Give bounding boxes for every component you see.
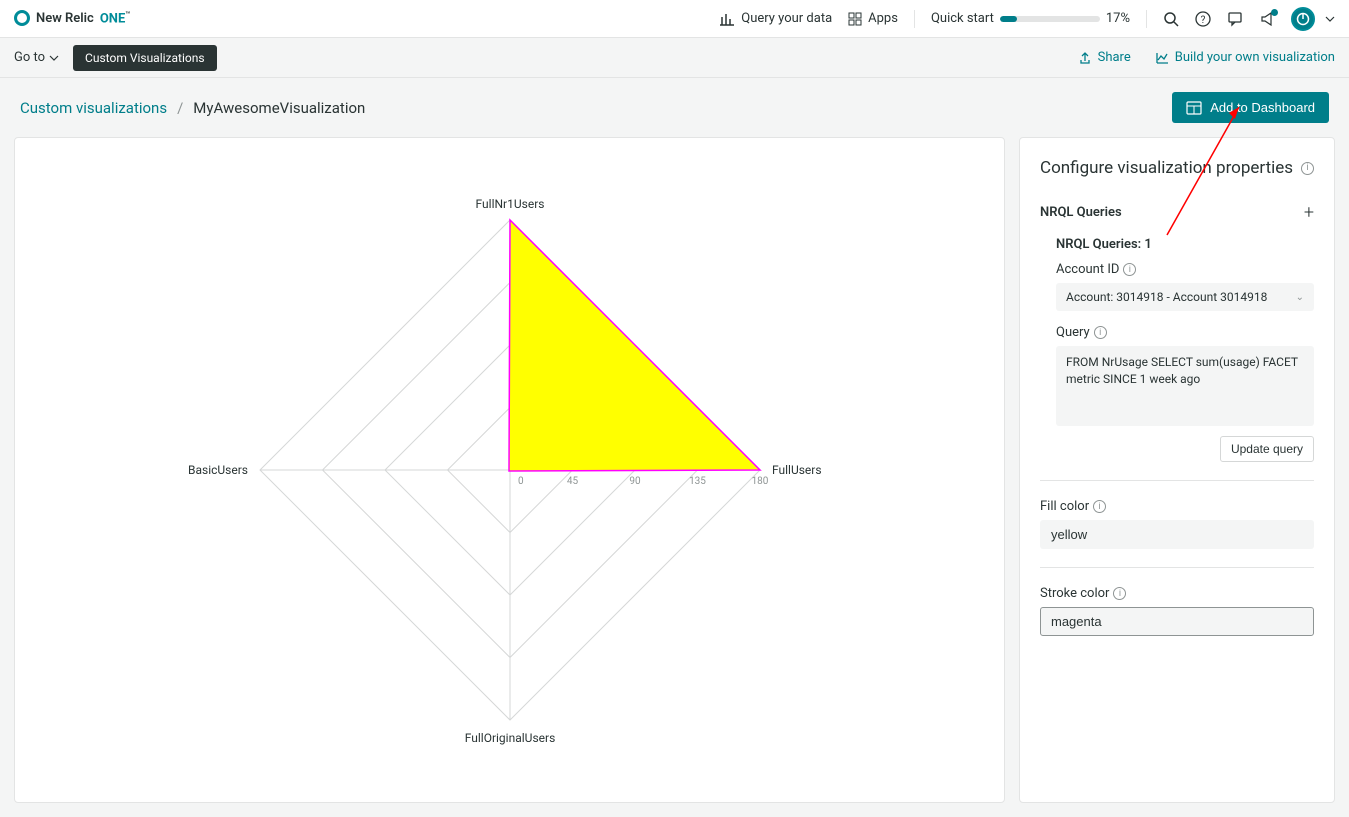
- fill-color-label: Fill color i: [1040, 499, 1314, 514]
- top-header: New Relic ONE™ Query your data Apps Quic…: [0, 0, 1349, 38]
- add-query-button[interactable]: +: [1304, 202, 1314, 223]
- dashboard-icon: [1186, 101, 1202, 115]
- grid-icon: [848, 12, 862, 26]
- brand-suffix: ONE: [100, 12, 125, 27]
- breadcrumb-row: Custom visualizations / MyAwesomeVisuali…: [0, 78, 1349, 137]
- radar-data: [509, 220, 760, 471]
- header-right: Query your data Apps Quick start 17% ?: [719, 7, 1335, 31]
- notification-dot: [1271, 9, 1278, 16]
- divider: [1040, 567, 1314, 568]
- nrql-count-label: NRQL Queries: 1: [1056, 237, 1314, 252]
- axis-label: BasicUsers: [188, 463, 248, 477]
- progress-pct: 17%: [1106, 11, 1130, 26]
- avatar-icon: [1291, 7, 1315, 31]
- chevron-down-icon: ⌄: [1296, 292, 1304, 303]
- config-panel: Configure visualization properties i NRQ…: [1019, 137, 1335, 803]
- axis-label: FullUsers: [772, 463, 822, 477]
- tick-label: 180: [751, 476, 768, 487]
- divider: [1146, 10, 1147, 28]
- main-layout: 0 45 90 135 180 FullNr1Users FullUsers F…: [0, 137, 1349, 817]
- brand-tm: ™: [125, 10, 130, 19]
- config-title: Configure visualization properties i: [1040, 158, 1314, 178]
- feedback-icon[interactable]: [1227, 11, 1243, 27]
- apps-link[interactable]: Apps: [848, 11, 898, 26]
- chart-line-icon: [1155, 51, 1169, 65]
- tick-label: 135: [689, 476, 706, 487]
- info-icon[interactable]: i: [1301, 162, 1314, 175]
- axis-label: FullOriginalUsers: [464, 731, 555, 745]
- chart-icon: [719, 12, 735, 26]
- breadcrumb-root[interactable]: Custom visualizations: [20, 99, 167, 117]
- fill-color-input[interactable]: [1040, 520, 1314, 549]
- chevron-down-icon: [1325, 16, 1335, 22]
- context-badge: Custom Visualizations: [73, 45, 217, 71]
- breadcrumb-current: MyAwesomeVisualization: [193, 99, 365, 117]
- goto-menu[interactable]: Go to: [14, 50, 59, 65]
- axis-label: FullNr1Users: [475, 197, 544, 211]
- logo-icon: [14, 10, 30, 26]
- chevron-down-icon: [49, 55, 59, 61]
- tick-label: 0: [518, 476, 524, 487]
- logo[interactable]: New Relic ONE™: [14, 10, 130, 26]
- stroke-color-input[interactable]: [1040, 607, 1314, 636]
- svg-text:?: ?: [1201, 15, 1206, 26]
- brand-name: New Relic: [36, 11, 94, 26]
- stroke-color-label: Stroke color i: [1040, 586, 1314, 601]
- tick-label: 45: [566, 476, 578, 487]
- info-icon[interactable]: i: [1113, 587, 1126, 600]
- add-to-dashboard-button[interactable]: Add to Dashboard: [1172, 92, 1329, 123]
- user-menu[interactable]: [1291, 7, 1335, 31]
- quick-start[interactable]: Quick start 17%: [931, 11, 1130, 26]
- update-query-button[interactable]: Update query: [1220, 436, 1314, 462]
- help-icon[interactable]: ?: [1195, 11, 1211, 27]
- search-icon[interactable]: [1163, 11, 1179, 27]
- info-icon[interactable]: i: [1123, 263, 1136, 276]
- progress-bar: [1000, 16, 1100, 22]
- query-label: Query i: [1056, 325, 1314, 340]
- share-icon: [1078, 51, 1092, 65]
- breadcrumb-sep: /: [177, 99, 183, 117]
- build-viz-link[interactable]: Build your own visualization: [1155, 50, 1335, 65]
- share-link[interactable]: Share: [1078, 50, 1131, 65]
- info-icon[interactable]: i: [1094, 326, 1107, 339]
- info-icon[interactable]: i: [1093, 500, 1106, 513]
- radar-chart: 0 45 90 135 180 FullNr1Users FullUsers F…: [170, 180, 850, 760]
- divider: [914, 10, 915, 28]
- visualization-panel: 0 45 90 135 180 FullNr1Users FullUsers F…: [14, 137, 1005, 803]
- sub-header: Go to Custom Visualizations Share Build …: [0, 38, 1349, 78]
- nrql-section-header: NRQL Queries +: [1040, 202, 1314, 223]
- divider: [1040, 480, 1314, 481]
- account-select[interactable]: Account: 3014918 - Account 3014918 ⌄: [1056, 283, 1314, 311]
- query-textarea[interactable]: [1056, 346, 1314, 426]
- account-id-label: Account ID i: [1056, 262, 1314, 277]
- tick-label: 90: [629, 476, 641, 487]
- query-data-link[interactable]: Query your data: [719, 11, 832, 26]
- announce-icon[interactable]: [1259, 11, 1275, 27]
